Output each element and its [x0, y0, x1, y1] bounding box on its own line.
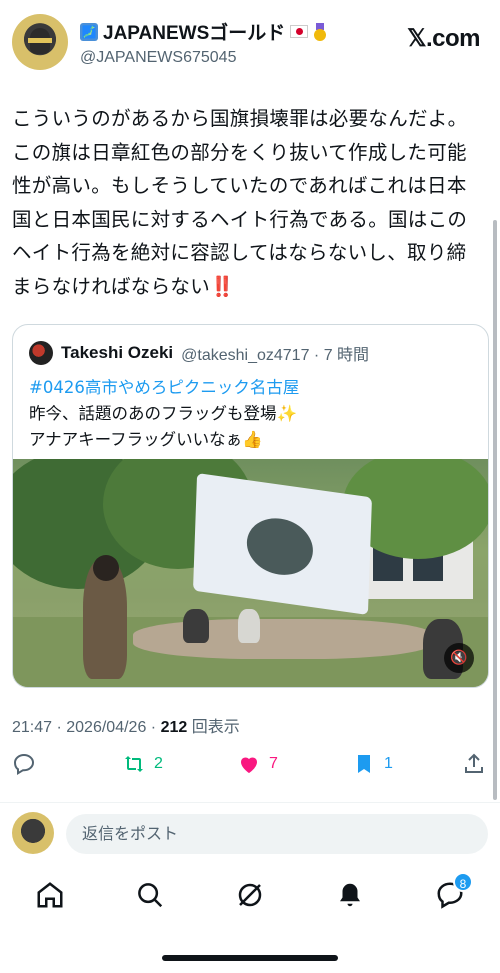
quoted-tweet[interactable]: Takeshi Ozeki @takeshi_oz4717 · 7 時間 #04… [12, 324, 489, 688]
quoted-author-handle-time: @takeshi_oz4717 · 7 時間 [181, 347, 370, 364]
tweet-header: 🗾 JAPANEWSゴールド @JAPANEWS675045 𝕏.com [12, 14, 488, 72]
double-exclamation-icon: ‼️ [210, 274, 235, 298]
tweet-line: まらなければならない [12, 274, 211, 298]
quoted-line: 昨今、話題のあのフラッグも登場 [29, 404, 277, 423]
x-logo: 𝕏.com [407, 25, 480, 52]
retweet-count: 2 [154, 755, 163, 772]
reply-input[interactable]: 返信をポスト [66, 814, 488, 854]
reply-button[interactable] [12, 752, 36, 776]
view-label: 回表示 [187, 719, 240, 736]
nav-home[interactable] [35, 880, 65, 910]
hole-flag [192, 473, 373, 615]
share-button[interactable] [462, 752, 486, 776]
quoted-video[interactable]: 🔇 [13, 459, 488, 687]
like-count: 7 [269, 755, 278, 772]
tweet-timestamp[interactable]: 21:47 · 2026/04/26 · [12, 719, 161, 736]
user-avatar[interactable] [12, 812, 54, 854]
author-handle[interactable]: @JAPANEWS675045 [80, 49, 327, 67]
view-count: 212 [160, 719, 188, 736]
tweet-line: 国と日本国民に対するヘイト行為である。国はこの [12, 207, 468, 231]
nav-notifications[interactable] [335, 880, 365, 910]
bell-icon [340, 883, 360, 907]
messages-badge: 8 [453, 872, 473, 892]
nav-messages[interactable]: 8 [435, 872, 473, 910]
tweet-text: こういうのがあるから国旗損壊罪は必要なんだよ。 この旗は日章紅色の部分をくり抜い… [12, 102, 490, 303]
nav-search[interactable] [135, 880, 165, 910]
home-icon [37, 882, 63, 908]
tweet-line: この旗は日章紅色の部分をくり抜いて作成した可能 [12, 140, 467, 164]
author-info[interactable]: 🗾 JAPANEWSゴールド @JAPANEWS675045 [80, 18, 327, 67]
quoted-line: アナアキーフラッグいいなぁ [29, 430, 243, 449]
search-icon [138, 883, 163, 908]
like-button[interactable]: 7 [237, 752, 278, 776]
mute-icon[interactable]: 🔇 [444, 643, 474, 673]
share-icon [465, 753, 483, 773]
grok-icon [238, 883, 262, 907]
nav-grok[interactable] [235, 880, 265, 910]
tweet-line: ヘイト行為を絶対に容認してはならないし、取り締 [12, 241, 467, 264]
bookmark-count: 1 [384, 755, 393, 772]
reply-bar: 返信をポスト [12, 812, 488, 856]
reply-icon [13, 753, 35, 775]
medal-icon [313, 22, 327, 41]
author-avatar[interactable] [12, 14, 68, 70]
tweet-line: 性が高い。もしそうしていたのであればこれは日本 [12, 174, 467, 197]
bookmark-button[interactable]: 1 [352, 752, 393, 776]
divider [0, 802, 500, 803]
japan-flag-icon [290, 25, 309, 38]
japan-map-icon: 🗾 [80, 22, 98, 41]
retweet-button[interactable]: 2 [122, 752, 163, 776]
quoted-author-avatar[interactable] [29, 341, 53, 365]
tweet-actions: 2 7 1 [12, 752, 488, 784]
tweet-line: こういうのがあるから国旗損壊罪は必要なんだよ。 [12, 107, 468, 130]
quoted-tweet-text: #0426高市やめろピクニック名古屋 昨今、話題のあのフラッグも登場✨ アナアキ… [29, 375, 299, 453]
quoted-author-name[interactable]: Takeshi Ozeki [61, 343, 173, 363]
bookmark-icon [358, 755, 370, 773]
hashtag-link[interactable]: #0426高市やめろピクニック名古屋 [29, 375, 299, 401]
heart-icon [241, 757, 257, 773]
home-indicator [162, 955, 338, 961]
author-display-name[interactable]: JAPANEWSゴールド [103, 18, 285, 45]
retweet-icon [125, 756, 143, 772]
sparkles-icon: ✨ [276, 404, 298, 423]
bottom-nav: 8 [0, 870, 500, 926]
thumbs-up-icon: 👍 [242, 430, 263, 449]
tweet-meta: 21:47 · 2026/04/26 · 212 回表示 [12, 713, 240, 737]
scrollbar[interactable] [493, 220, 497, 800]
